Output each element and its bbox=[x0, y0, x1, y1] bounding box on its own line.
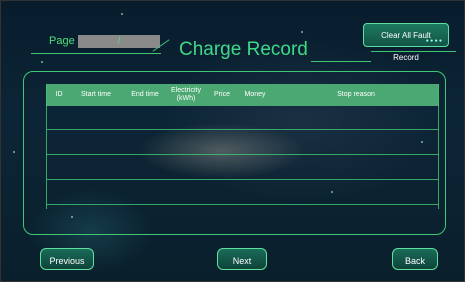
star-decoration bbox=[301, 31, 303, 33]
star-decoration bbox=[13, 151, 15, 153]
column-header-price: Price bbox=[214, 91, 230, 98]
column-header-id: ID bbox=[55, 91, 63, 98]
clear-all-label: Clear All Fault Record bbox=[381, 31, 431, 62]
charge-record-screen: Page Charge Record Clear All Fault Recor… bbox=[0, 0, 465, 282]
dots-decoration: ● ● ● ● bbox=[425, 38, 442, 44]
previous-button[interactable]: Previous bbox=[40, 248, 94, 270]
page-label: Page bbox=[49, 35, 75, 47]
next-button[interactable]: Next bbox=[217, 248, 267, 270]
decorative-line bbox=[31, 53, 161, 54]
column-header-electricity: Electricity (kWh) bbox=[171, 87, 201, 102]
column-header-money: Money bbox=[244, 91, 266, 98]
back-button[interactable]: Back bbox=[392, 248, 438, 270]
charge-record-table: ID Start time End time Electricity (kWh)… bbox=[46, 84, 439, 209]
page-title: Charge Record bbox=[179, 39, 308, 60]
star-decoration bbox=[121, 13, 123, 15]
table-row-divider bbox=[46, 154, 439, 155]
column-header-start-time: Start time bbox=[81, 91, 111, 98]
table-row-divider bbox=[46, 129, 439, 130]
star-decoration bbox=[41, 61, 43, 63]
column-header-stop-reason: Stop reason bbox=[337, 91, 375, 98]
decorative-line bbox=[311, 61, 371, 62]
clear-all-fault-record-button[interactable]: Clear All Fault Record ● ● ● ● bbox=[363, 23, 449, 62]
table-header: ID Start time End time Electricity (kWh)… bbox=[46, 84, 439, 106]
table-row-divider bbox=[46, 179, 439, 180]
table-row-divider bbox=[46, 204, 439, 205]
page-indicator: Page bbox=[31, 31, 160, 51]
table-border bbox=[438, 84, 439, 209]
page-input[interactable] bbox=[78, 35, 160, 48]
column-header-end-time: End time bbox=[131, 91, 159, 98]
table-border bbox=[46, 84, 47, 209]
